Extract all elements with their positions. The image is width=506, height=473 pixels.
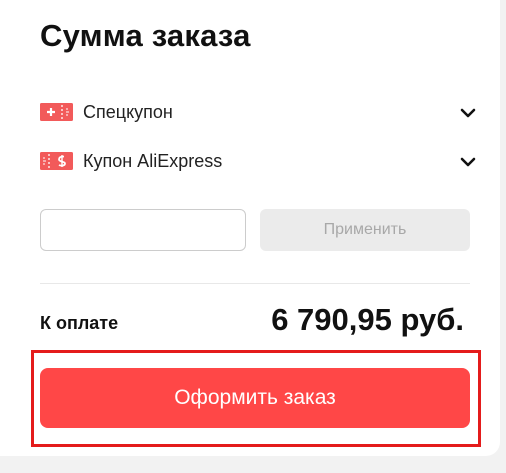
total-amount: 6 790,95 руб. [271,302,464,337]
total-label: К оплате [40,313,119,333]
place-order-button[interactable]: Оформить заказ [40,368,470,428]
order-summary-title: Сумма заказа [40,18,251,53]
special-coupon-label: Спецкупон [83,101,173,122]
coupon-code-input[interactable] [40,209,246,251]
chevron-down-icon[interactable] [460,106,476,118]
apply-coupon-button[interactable]: Применить [260,209,470,251]
special-coupon-row[interactable]: Спецкупон [40,98,476,126]
order-summary-card: Сумма заказа Спецкупон Купон AliExpress … [0,0,500,456]
special-coupon-icon [40,103,73,121]
aliexpress-coupon-row[interactable]: Купон AliExpress [40,147,476,175]
divider [40,283,470,284]
aliexpress-coupon-label: Купон AliExpress [83,150,223,171]
chevron-down-icon[interactable] [460,155,476,167]
aliexpress-coupon-icon [40,152,73,170]
